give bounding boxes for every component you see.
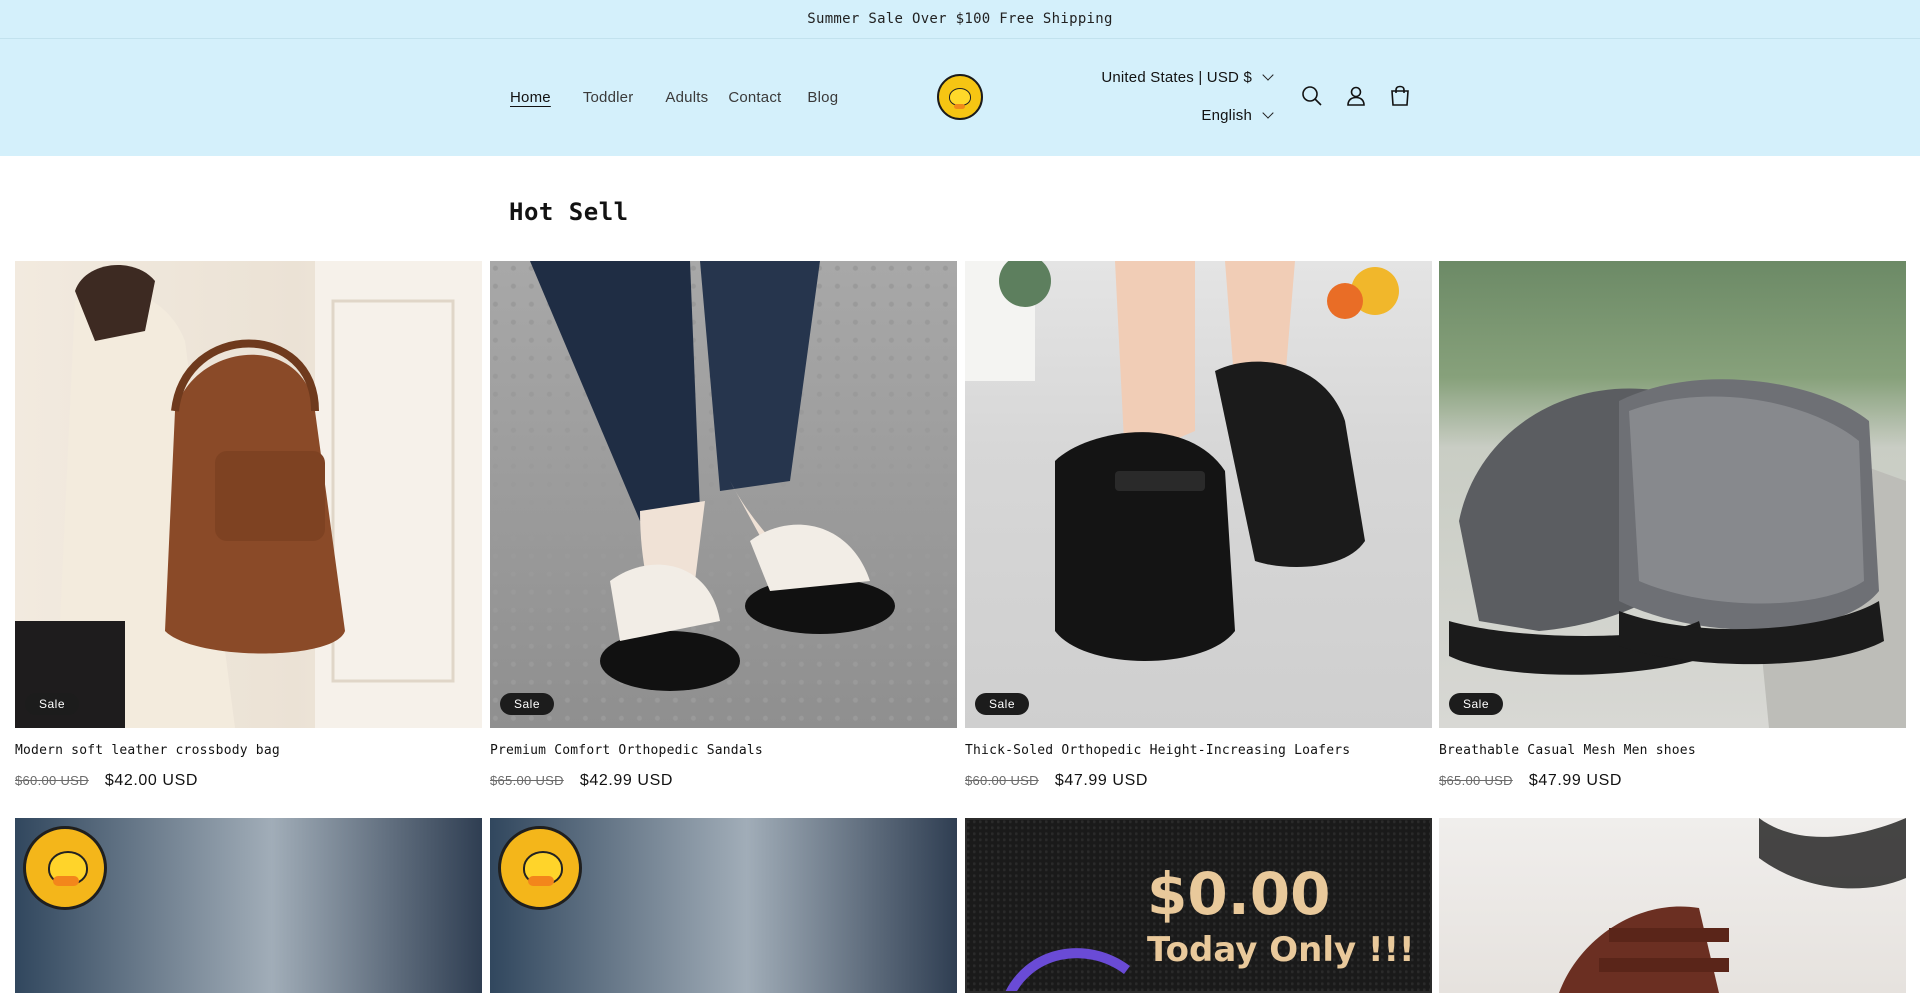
header-icons <box>1290 74 1422 118</box>
cart-icon[interactable] <box>1378 74 1422 118</box>
product-image[interactable] <box>15 818 482 993</box>
product-title[interactable]: Premium Comfort Orthopedic Sandals <box>490 743 957 758</box>
site-header: Home Toddler Adults Contact Blog United … <box>0 39 1920 156</box>
product-price: $60.00 USD $47.99 USD <box>965 772 1432 790</box>
duck-logo-icon <box>949 88 971 109</box>
product-title[interactable]: Modern soft leather crossbody bag <box>15 743 482 758</box>
product-card[interactable] <box>1439 818 1906 993</box>
language-label: English <box>1201 107 1252 124</box>
product-image[interactable]: Sale <box>490 261 957 728</box>
account-icon[interactable] <box>1334 74 1378 118</box>
chevron-down-icon <box>1262 107 1274 119</box>
product-card[interactable] <box>490 818 957 993</box>
country-label: United States | USD $ <box>1101 69 1252 86</box>
compare-price: $65.00 USD <box>1439 773 1513 788</box>
sale-price: $47.99 USD <box>1528 772 1622 789</box>
product-image[interactable]: Sale <box>15 261 482 728</box>
sale-badge: Sale <box>25 693 80 715</box>
sale-badge: Sale <box>1449 693 1504 715</box>
nav-toddler[interactable]: Toddler <box>583 89 634 106</box>
product-card[interactable]: Sale Premium Comfort Orthopedic Sandals … <box>490 261 957 790</box>
sale-price: $42.99 USD <box>579 772 673 789</box>
product-card[interactable] <box>15 818 482 993</box>
product-image[interactable]: Sale <box>1439 261 1906 728</box>
section-title: Hot Sell <box>509 198 629 226</box>
promo-subtitle: Today Only !!! <box>1147 930 1415 970</box>
nav-contact[interactable]: Contact <box>728 89 781 106</box>
compare-price: $60.00 USD <box>15 773 89 788</box>
sale-price: $42.00 USD <box>104 772 198 789</box>
brand-badge-icon <box>23 826 107 910</box>
announcement-bar: Summer Sale Over $100 Free Shipping <box>0 0 1920 39</box>
chevron-down-icon <box>1262 69 1274 81</box>
product-card[interactable]: Sale Breathable Casual Mesh Men shoes $6… <box>1439 261 1906 790</box>
store-logo[interactable] <box>937 74 983 120</box>
product-price: $60.00 USD $42.00 USD <box>15 772 482 790</box>
product-price: $65.00 USD $42.99 USD <box>490 772 957 790</box>
language-selector[interactable]: English <box>1201 107 1274 124</box>
product-card[interactable]: Sale Thick-Soled Orthopedic Height-Incre… <box>965 261 1432 790</box>
compare-price: $65.00 USD <box>490 773 564 788</box>
product-image[interactable]: Sale <box>965 261 1432 728</box>
country-selector[interactable]: United States | USD $ <box>1101 69 1274 86</box>
brand-badge-icon <box>498 826 582 910</box>
main-nav: Home Toddler Adults Contact Blog <box>510 39 870 156</box>
product-title[interactable]: Thick-Soled Orthopedic Height-Increasing… <box>965 743 1432 758</box>
search-icon[interactable] <box>1290 74 1334 118</box>
promo-text: $0.00 Today Only !!! <box>1147 860 1415 970</box>
announcement-text: Summer Sale Over $100 Free Shipping <box>807 11 1113 27</box>
nav-blog[interactable]: Blog <box>807 89 838 106</box>
product-image[interactable] <box>1439 818 1906 993</box>
sale-badge: Sale <box>500 693 555 715</box>
nav-adults[interactable]: Adults <box>665 89 708 106</box>
product-card[interactable]: $0.00 Today Only !!! <box>965 818 1432 993</box>
promo-price: $0.00 <box>1147 860 1331 928</box>
product-price: $65.00 USD $47.99 USD <box>1439 772 1906 790</box>
sale-price: $47.99 USD <box>1054 772 1148 789</box>
nav-home[interactable]: Home <box>510 89 551 106</box>
product-image[interactable] <box>490 818 957 993</box>
compare-price: $60.00 USD <box>965 773 1039 788</box>
product-card[interactable]: Sale Modern soft leather crossbody bag $… <box>15 261 482 790</box>
sale-badge: Sale <box>975 693 1030 715</box>
product-image[interactable]: $0.00 Today Only !!! <box>965 818 1432 993</box>
product-title[interactable]: Breathable Casual Mesh Men shoes <box>1439 743 1906 758</box>
